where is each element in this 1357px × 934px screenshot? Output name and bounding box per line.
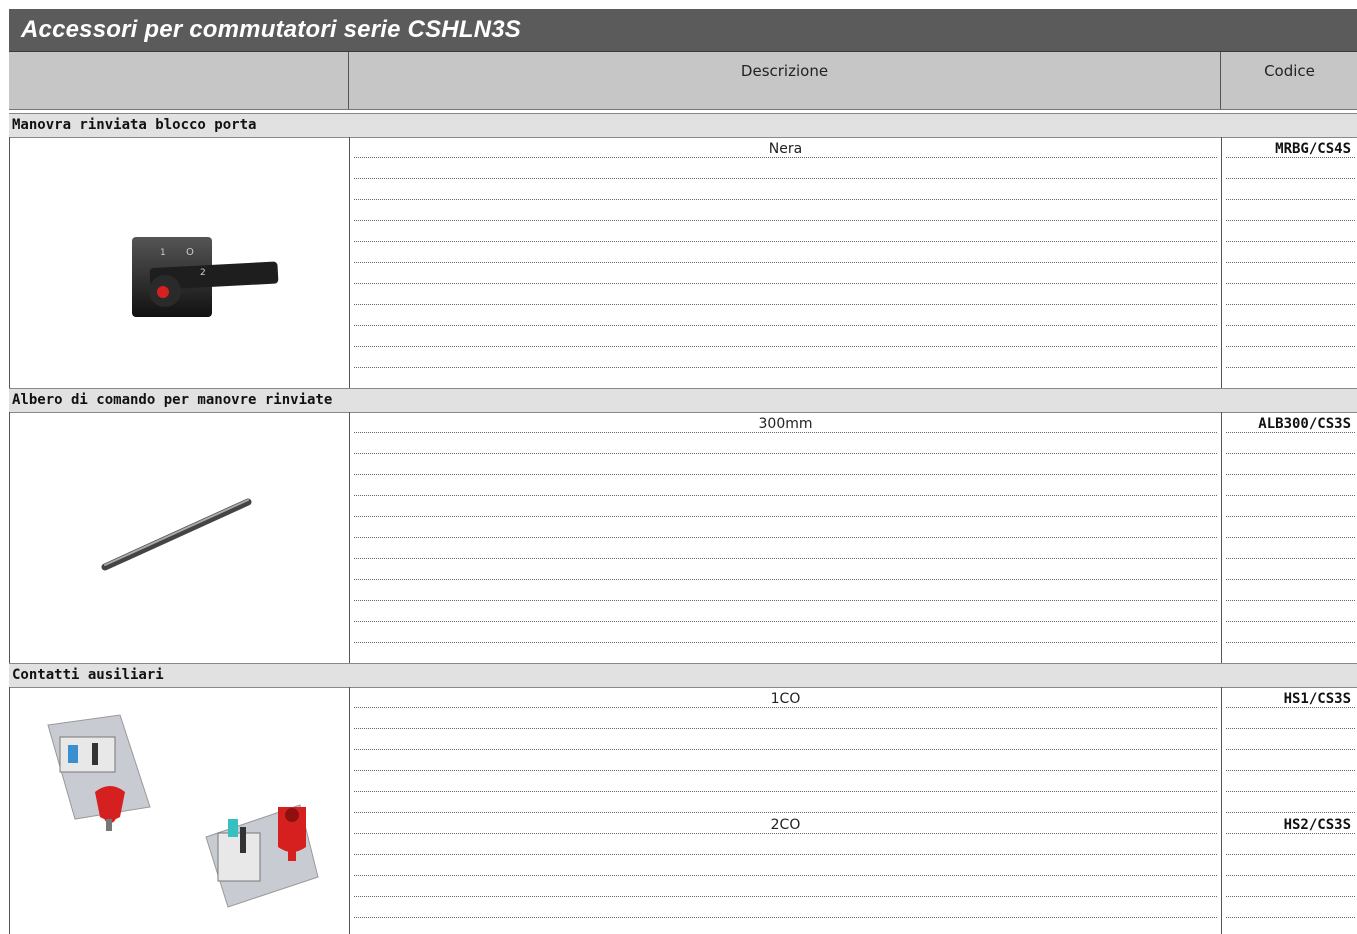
- table-header: Descrizione Codice: [9, 52, 1357, 110]
- page-title: Accessori per commutatori serie CSHLN3S: [21, 16, 521, 43]
- image-cell: 1 O 2: [10, 137, 349, 390]
- auxiliary-contacts-icon: [47, 714, 319, 908]
- code-cell: MRBG/CS4S: [1221, 137, 1357, 390]
- handle-mark-2: 2: [200, 268, 206, 278]
- section-body-albero: 300mm ALB300/CS3S: [9, 412, 1357, 666]
- handle-mark-0: O: [186, 247, 194, 258]
- title-bar: Accessori per commutatori serie CSHLN3S: [9, 9, 1357, 52]
- catalog-page: Accessori per commutatori serie CSHLN3S …: [9, 9, 1357, 934]
- row-code-mrbg: MRBG/CS4S: [1275, 141, 1351, 157]
- shaft-rod-icon: [101, 498, 252, 571]
- header-codice-label: Codice: [1264, 62, 1315, 80]
- desc-cell: 1CO 2CO: [349, 687, 1221, 934]
- desc-cell: 300mm: [349, 412, 1221, 665]
- header-descrizione: Descrizione: [348, 52, 1220, 109]
- section-title-contatti: Contatti ausiliari: [9, 663, 1357, 688]
- section-title-label: Albero di comando per manovre rinviate: [12, 392, 333, 408]
- row-desc-300mm: 300mm: [758, 416, 813, 432]
- section-title-albero: Albero di comando per manovre rinviate: [9, 388, 1357, 413]
- image-cell: [10, 687, 349, 934]
- code-cell: ALB300/CS3S: [1221, 412, 1357, 665]
- row-code-hs2: HS2/CS3S: [1283, 817, 1351, 833]
- section-body-manovra: 1 O 2 Nera MRBG/CS4S: [9, 137, 1357, 391]
- section-title-label: Manovra rinviata blocco porta: [12, 117, 257, 133]
- handle-mark-1: 1: [160, 248, 166, 258]
- section-body-contatti: 1CO 2CO HS1/CS3S HS2/CS3S: [9, 687, 1357, 934]
- row-code-hs1: HS1/CS3S: [1283, 691, 1351, 707]
- section-title-label: Contatti ausiliari: [12, 667, 164, 683]
- header-codice: Codice: [1220, 52, 1357, 109]
- handle-switch-icon: 1 O 2: [132, 237, 279, 317]
- code-cell: HS1/CS3S HS2/CS3S: [1221, 687, 1357, 934]
- header-descrizione-label: Descrizione: [740, 62, 829, 80]
- desc-cell: Nera: [349, 137, 1221, 390]
- row-desc-1co: 1CO: [770, 691, 801, 707]
- row-code-alb300: ALB300/CS3S: [1258, 416, 1351, 432]
- row-desc-2co: 2CO: [770, 817, 801, 833]
- row-desc-nera: Nera: [768, 141, 803, 157]
- section-title-manovra: Manovra rinviata blocco porta: [9, 113, 1357, 138]
- image-cell: [10, 412, 349, 665]
